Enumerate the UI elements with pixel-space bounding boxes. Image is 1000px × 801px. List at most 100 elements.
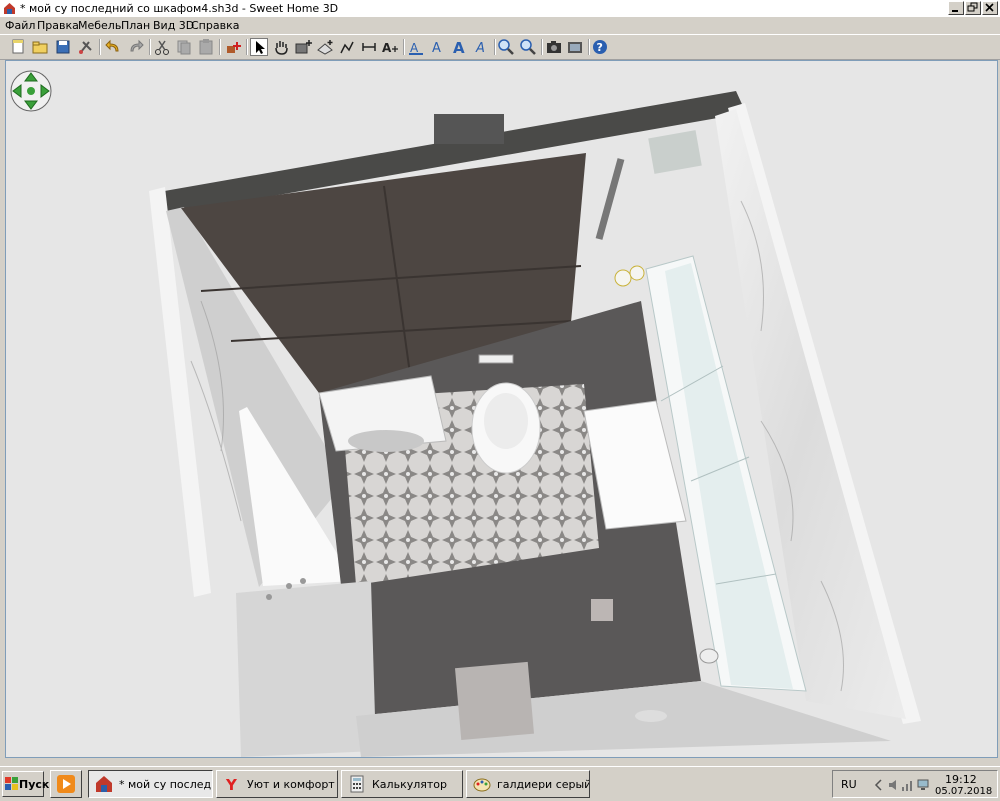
svg-text:A: A: [410, 41, 419, 55]
create-dimensions-icon: [362, 43, 376, 51]
new-button[interactable]: [9, 38, 27, 56]
decrease-text-icon: A: [453, 39, 465, 56]
video-icon: [568, 42, 582, 53]
navigation-arrows-icon[interactable]: [9, 69, 53, 113]
increase-text-button[interactable]: A: [429, 38, 447, 56]
save-button[interactable]: [54, 38, 72, 56]
copy-button[interactable]: [175, 38, 193, 56]
increase-text-icon: A: [432, 41, 441, 56]
open-button[interactable]: [31, 38, 49, 56]
close-button[interactable]: [982, 1, 998, 15]
task-calculator[interactable]: Калькулятор: [341, 770, 463, 798]
task-sweet-home-3d[interactable]: * мой су последни...: [88, 770, 213, 798]
paste-icon: [199, 39, 213, 55]
select-icon: [256, 41, 265, 54]
task-label: Уют и комфорт в с...: [247, 778, 337, 791]
decrease-text-button[interactable]: A: [451, 38, 469, 56]
zoom-out-icon: [520, 39, 536, 55]
menu-edit[interactable]: Правка: [37, 19, 79, 32]
help-button[interactable]: ?: [591, 38, 609, 56]
window-title: * мой су последний со шкафом4.sh3d - Swe…: [20, 2, 339, 15]
menu-3d-view[interactable]: Вид 3D: [153, 19, 194, 32]
create-photo-button[interactable]: [545, 38, 563, 56]
sweet-home-3d-icon: [96, 776, 112, 792]
add-text-button[interactable]: A: [381, 38, 399, 56]
toilet-paper: [699, 648, 719, 664]
restore-icon: [967, 2, 978, 12]
open-icon: [32, 41, 48, 54]
create-dimensions-button[interactable]: [360, 38, 378, 56]
3d-view[interactable]: [5, 60, 998, 758]
pan-mode-button[interactable]: [272, 38, 290, 56]
svg-text:A: A: [453, 39, 465, 56]
task-label: Калькулятор: [372, 778, 447, 791]
quicklaunch-media-player[interactable]: [50, 770, 82, 798]
svg-text:A: A: [432, 41, 441, 56]
italic-text-button[interactable]: A: [473, 38, 491, 56]
redo-button[interactable]: [127, 38, 145, 56]
language-indicator[interactable]: RU: [841, 778, 857, 791]
create-video-button[interactable]: [566, 38, 584, 56]
create-rooms-button[interactable]: [316, 38, 334, 56]
media-player-icon: [57, 775, 75, 793]
vent-duct: [434, 114, 504, 144]
flush-plate: [478, 354, 514, 364]
mirror: [648, 130, 702, 174]
menu-furniture[interactable]: Мебель: [78, 19, 121, 32]
task-yandex-browser[interactable]: Y Уют и комфорт в с...: [216, 770, 338, 798]
clock-time[interactable]: 19:12: [945, 773, 977, 786]
cut-icon: [155, 40, 169, 55]
system-tray: RU 19:12 05.07.2018: [832, 770, 998, 798]
create-walls-button[interactable]: [294, 38, 312, 56]
add-furniture-icon: [227, 42, 241, 53]
preferences-button[interactable]: [77, 38, 95, 56]
calculator-icon: [350, 775, 364, 793]
preferences-icon: [79, 41, 92, 54]
title-bar[interactable]: * мой су последний со шкафом4.sh3d - Swe…: [0, 0, 1000, 18]
close-icon: [985, 3, 994, 12]
taskbar: Пуск * мой су последни... Y Уют и комфор…: [0, 766, 1000, 801]
create-polylines-button[interactable]: [338, 38, 356, 56]
minimize-icon: [952, 10, 958, 12]
start-button[interactable]: Пуск: [2, 771, 49, 797]
network-icon[interactable]: [917, 778, 931, 792]
tray-arrow-icon[interactable]: [873, 778, 885, 792]
new-icon: [12, 39, 24, 54]
restore-button[interactable]: [965, 1, 981, 15]
menu-plan[interactable]: План: [121, 19, 150, 32]
help-icon: ?: [593, 40, 607, 54]
undo-button[interactable]: [104, 38, 122, 56]
start-label: Пуск: [19, 778, 50, 791]
bathroom-3d-scene[interactable]: [6, 61, 998, 758]
wall-front-marble: [236, 581, 376, 757]
clock-date[interactable]: 05.07.2018: [935, 786, 992, 797]
menu-bar: Файл Правка Мебель План Вид 3D Справка: [0, 17, 1000, 34]
create-rooms-icon: [317, 40, 333, 55]
drain: [591, 599, 613, 621]
paste-button[interactable]: [197, 38, 215, 56]
add-text-icon: A: [382, 41, 398, 55]
save-icon: [56, 40, 70, 54]
flowers: [614, 269, 632, 287]
cut-button[interactable]: [153, 38, 171, 56]
add-furniture-button[interactable]: [224, 38, 242, 56]
text-style-button[interactable]: A: [407, 38, 425, 56]
app-icon: [4, 3, 15, 14]
task-label: * мой су последни...: [119, 778, 211, 791]
task-paint[interactable]: галдиери серый те...: [466, 770, 590, 798]
pan-icon: [275, 41, 288, 55]
redo-icon: [130, 39, 144, 52]
zoom-out-button[interactable]: [519, 38, 537, 56]
create-walls-icon: [295, 40, 312, 54]
select-mode-button[interactable]: [250, 38, 268, 56]
zoom-in-button[interactable]: [497, 38, 515, 56]
hooks: [266, 594, 272, 600]
text-style-icon: A: [409, 41, 423, 55]
yandex-browser-icon: Y: [225, 776, 238, 793]
copy-icon: [177, 40, 191, 55]
minimize-button[interactable]: [948, 1, 964, 15]
menu-file[interactable]: Файл: [5, 19, 35, 32]
menu-help[interactable]: Справка: [191, 19, 239, 32]
volume-icon[interactable]: [887, 778, 899, 792]
signal-icon[interactable]: [901, 778, 915, 792]
